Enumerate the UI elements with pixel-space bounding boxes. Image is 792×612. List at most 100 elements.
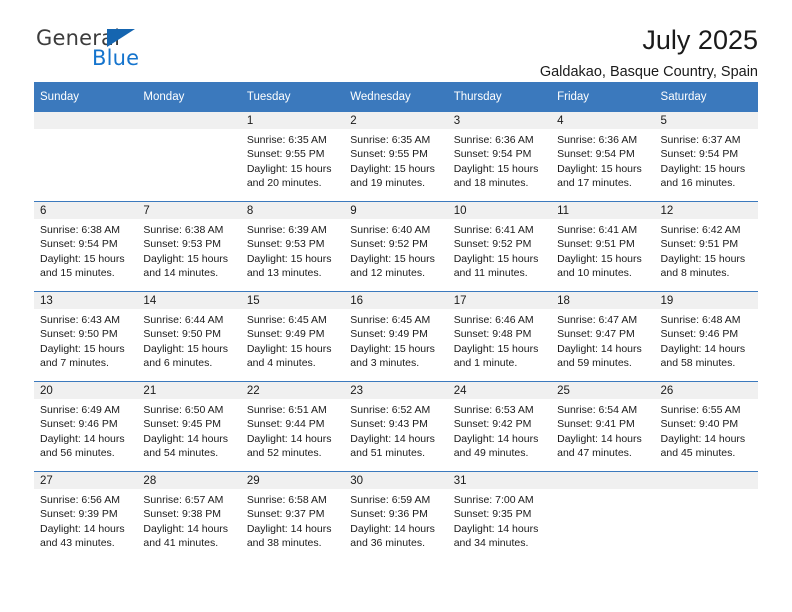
day-number: 20: [34, 382, 138, 399]
daylight-text: Daylight: 14 hours and 58 minutes.: [660, 342, 746, 370]
calendar-day-cell[interactable]: 12 Sunrise: 6:42 AM Sunset: 9:51 PM Dayligh…: [654, 201, 758, 292]
sunset-text: Sunset: 9:52 PM: [453, 238, 532, 251]
day-number: 27: [34, 472, 138, 489]
calendar-day-cell[interactable]: 16 Sunrise: 6:45 AM Sunset: 9:49 PM Dayligh…: [344, 291, 448, 382]
sunrise-text: Sunrise: 6:54 AM: [557, 404, 638, 416]
sunset-text: Sunset: 9:49 PM: [350, 328, 428, 341]
calendar-day-cell[interactable]: 26 Sunrise: 6:55 AM Sunset: 9:40 PM Dayligh…: [654, 381, 758, 472]
day-number: 26: [654, 382, 758, 399]
calendar-day-cell[interactable]: 14 Sunrise: 6:44 AM Sunset: 9:50 PM Dayligh…: [137, 291, 241, 382]
day-number: 11: [551, 202, 655, 219]
day-cell-content: 21 Sunrise: 6:50 AM Sunset: 9:45 PM Dayligh…: [137, 382, 241, 471]
calendar-day-cell[interactable]: 24 Sunrise: 6:53 AM Sunset: 9:42 PM Dayligh…: [447, 381, 552, 472]
calendar-header-row: Sunday Monday Tuesday Wednesday Thursday Frid…: [34, 82, 758, 112]
daylight-text: Daylight: 14 hours and 52 minutes.: [246, 432, 332, 460]
day-cell-content: 4 Sunrise: 6:36 AM Sunset: 9:54 PM Daylight…: [551, 112, 655, 201]
day-sun-info: Sunrise: 6:35 AM Sunset: 9:55 PM Daylight:…: [241, 129, 344, 191]
sunset-text: Sunset: 9:36 PM: [350, 508, 428, 521]
sunset-text: Sunset: 9:54 PM: [40, 238, 118, 251]
day-sun-info: Sunrise: 6:37 AM Sunset: 9:54 PM Daylight:…: [655, 129, 758, 191]
day-number: 5: [654, 112, 758, 129]
day-sun-info: Sunrise: 6:36 AM Sunset: 9:54 PM Daylight:…: [448, 129, 551, 191]
daylight-text: Daylight: 14 hours and 38 minutes.: [246, 522, 332, 550]
calendar-day-cell[interactable]: 25 Sunrise: 6:54 AM Sunset: 9:41 PM Dayligh…: [551, 381, 655, 472]
sunset-text: Sunset: 9:35 PM: [453, 508, 532, 521]
day-number: 14: [137, 292, 241, 309]
calendar-day-cell[interactable]: 20 Sunrise: 6:49 AM Sunset: 9:46 PM Dayligh…: [34, 381, 138, 472]
calendar-day-cell[interactable]: 27 Sunrise: 6:56 AM Sunset: 9:39 PM Dayligh…: [34, 471, 138, 561]
day-cell-content: 13 Sunrise: 6:43 AM Sunset: 9:50 PM Dayligh…: [34, 292, 138, 381]
calendar-day-cell[interactable]: 13 Sunrise: 6:43 AM Sunset: 9:50 PM Dayligh…: [34, 291, 138, 382]
column-header-sunday: Sunday: [34, 82, 138, 112]
daylight-text: Daylight: 14 hours and 54 minutes.: [143, 432, 229, 460]
calendar-day-cell[interactable]: 3 Sunrise: 6:36 AM Sunset: 9:54 PM Daylight…: [447, 111, 552, 202]
day-cell-content: [137, 112, 241, 201]
sunrise-sunset-calendar: Sunday Monday Tuesday Wednesday Thursday Frid…: [34, 82, 758, 561]
calendar-day-cell[interactable]: 30 Sunrise: 6:59 AM Sunset: 9:36 PM Dayligh…: [344, 471, 448, 561]
calendar-day-cell[interactable]: 21 Sunrise: 6:50 AM Sunset: 9:45 PM Dayligh…: [137, 381, 241, 472]
daylight-text: Daylight: 15 hours and 7 minutes.: [40, 342, 125, 370]
day-cell-content: 22 Sunrise: 6:51 AM Sunset: 9:44 PM Dayligh…: [240, 382, 345, 471]
sunrise-text: Sunrise: 6:45 AM: [350, 314, 431, 326]
day-cell-content: 18 Sunrise: 6:47 AM Sunset: 9:47 PM Dayligh…: [551, 292, 655, 381]
calendar-day-cell[interactable]: 31 Sunrise: 7:00 AM Sunset: 9:35 PM Dayligh…: [447, 471, 552, 561]
day-cell-content: 28 Sunrise: 6:57 AM Sunset: 9:38 PM Dayligh…: [137, 472, 241, 561]
daylight-text: Daylight: 15 hours and 18 minutes.: [453, 162, 539, 190]
calendar-day-cell[interactable]: 28 Sunrise: 6:57 AM Sunset: 9:38 PM Dayligh…: [137, 471, 241, 561]
calendar-day-cell[interactable]: 5 Sunrise: 6:37 AM Sunset: 9:54 PM Daylight…: [654, 111, 758, 202]
day-number: [137, 112, 241, 129]
calendar-week-row: 1 Sunrise: 6:35 AM Sunset: 9:55 PM Daylight…: [34, 111, 758, 202]
daylight-text: Daylight: 15 hours and 6 minutes.: [143, 342, 229, 370]
calendar-day-cell[interactable]: 8 Sunrise: 6:39 AM Sunset: 9:53 PM Daylight…: [240, 201, 345, 292]
calendar-week-row: 6 Sunrise: 6:38 AM Sunset: 9:54 PM Daylight…: [34, 201, 758, 292]
day-cell-content: 6 Sunrise: 6:38 AM Sunset: 9:54 PM Daylight…: [34, 202, 138, 291]
calendar-day-cell[interactable]: 1 Sunrise: 6:35 AM Sunset: 9:55 PM Daylight…: [240, 111, 345, 202]
calendar-day-cell[interactable]: 18 Sunrise: 6:47 AM Sunset: 9:47 PM Dayligh…: [551, 291, 655, 382]
sunrise-text: Sunrise: 6:51 AM: [246, 404, 327, 416]
calendar-day-cell[interactable]: 29 Sunrise: 6:58 AM Sunset: 9:37 PM Dayligh…: [240, 471, 345, 561]
day-number: 18: [551, 292, 655, 309]
day-number: 23: [344, 382, 448, 399]
calendar-day-cell[interactable]: 22 Sunrise: 6:51 AM Sunset: 9:44 PM Dayligh…: [240, 381, 345, 472]
day-sun-info: Sunrise: 6:52 AM Sunset: 9:43 PM Daylight:…: [344, 399, 447, 461]
sunset-text: Sunset: 9:38 PM: [143, 508, 222, 521]
sunrise-text: Sunrise: 6:58 AM: [246, 494, 327, 506]
calendar-day-cell[interactable]: 17 Sunrise: 6:46 AM Sunset: 9:48 PM Dayligh…: [447, 291, 552, 382]
day-number: 3: [447, 112, 552, 129]
sunset-text: Sunset: 9:51 PM: [660, 238, 739, 251]
calendar-day-cell[interactable]: 4 Sunrise: 6:36 AM Sunset: 9:54 PM Daylight…: [551, 111, 655, 202]
general-blue-logo[interactable]: General Blue: [36, 26, 256, 78]
calendar-cell-empty: [137, 111, 241, 202]
day-sun-info: Sunrise: 6:59 AM Sunset: 9:36 PM Daylight:…: [344, 489, 447, 551]
sunset-text: Sunset: 9:55 PM: [246, 148, 325, 161]
sunset-text: Sunset: 9:47 PM: [557, 328, 635, 341]
day-number: [551, 472, 655, 489]
day-sun-info: Sunrise: 6:38 AM Sunset: 9:53 PM Daylight:…: [137, 219, 240, 281]
calendar-day-cell[interactable]: 9 Sunrise: 6:40 AM Sunset: 9:52 PM Daylight…: [344, 201, 448, 292]
calendar-day-cell[interactable]: 6 Sunrise: 6:38 AM Sunset: 9:54 PM Daylight…: [34, 201, 138, 292]
day-cell-content: [34, 112, 138, 201]
day-sun-info: Sunrise: 6:41 AM Sunset: 9:52 PM Daylight:…: [448, 219, 551, 281]
day-number: 8: [240, 202, 345, 219]
column-header-saturday: Saturday: [654, 82, 758, 112]
calendar-day-cell[interactable]: 23 Sunrise: 6:52 AM Sunset: 9:43 PM Dayligh…: [344, 381, 448, 472]
day-cell-content: 2 Sunrise: 6:35 AM Sunset: 9:55 PM Daylight…: [344, 112, 448, 201]
daylight-text: Daylight: 14 hours and 47 minutes.: [557, 432, 642, 460]
sunrise-text: Sunrise: 6:38 AM: [143, 224, 224, 236]
sunset-text: Sunset: 9:43 PM: [350, 418, 428, 431]
day-sun-info: Sunrise: 6:40 AM Sunset: 9:52 PM Daylight:…: [344, 219, 447, 281]
day-cell-content: 11 Sunrise: 6:41 AM Sunset: 9:51 PM Dayligh…: [551, 202, 655, 291]
calendar-day-cell[interactable]: 11 Sunrise: 6:41 AM Sunset: 9:51 PM Dayligh…: [551, 201, 655, 292]
sunrise-text: Sunrise: 6:41 AM: [557, 224, 638, 236]
day-sun-info: Sunrise: 6:47 AM Sunset: 9:47 PM Daylight:…: [551, 309, 654, 371]
calendar-day-cell[interactable]: 2 Sunrise: 6:35 AM Sunset: 9:55 PM Daylight…: [344, 111, 448, 202]
calendar-day-cell[interactable]: 7 Sunrise: 6:38 AM Sunset: 9:53 PM Daylight…: [137, 201, 241, 292]
day-cell-content: 12 Sunrise: 6:42 AM Sunset: 9:51 PM Dayligh…: [654, 202, 758, 291]
day-cell-content: 25 Sunrise: 6:54 AM Sunset: 9:41 PM Dayligh…: [551, 382, 655, 471]
day-number: 1: [240, 112, 345, 129]
calendar-day-cell[interactable]: 10 Sunrise: 6:41 AM Sunset: 9:52 PM Dayligh…: [447, 201, 552, 292]
calendar-day-cell[interactable]: 19 Sunrise: 6:48 AM Sunset: 9:46 PM Dayligh…: [654, 291, 758, 382]
calendar-day-cell[interactable]: 15 Sunrise: 6:45 AM Sunset: 9:49 PM Dayligh…: [240, 291, 345, 382]
daylight-text: Daylight: 15 hours and 11 minutes.: [453, 252, 539, 280]
day-cell-content: 29 Sunrise: 6:58 AM Sunset: 9:37 PM Dayligh…: [240, 472, 345, 561]
